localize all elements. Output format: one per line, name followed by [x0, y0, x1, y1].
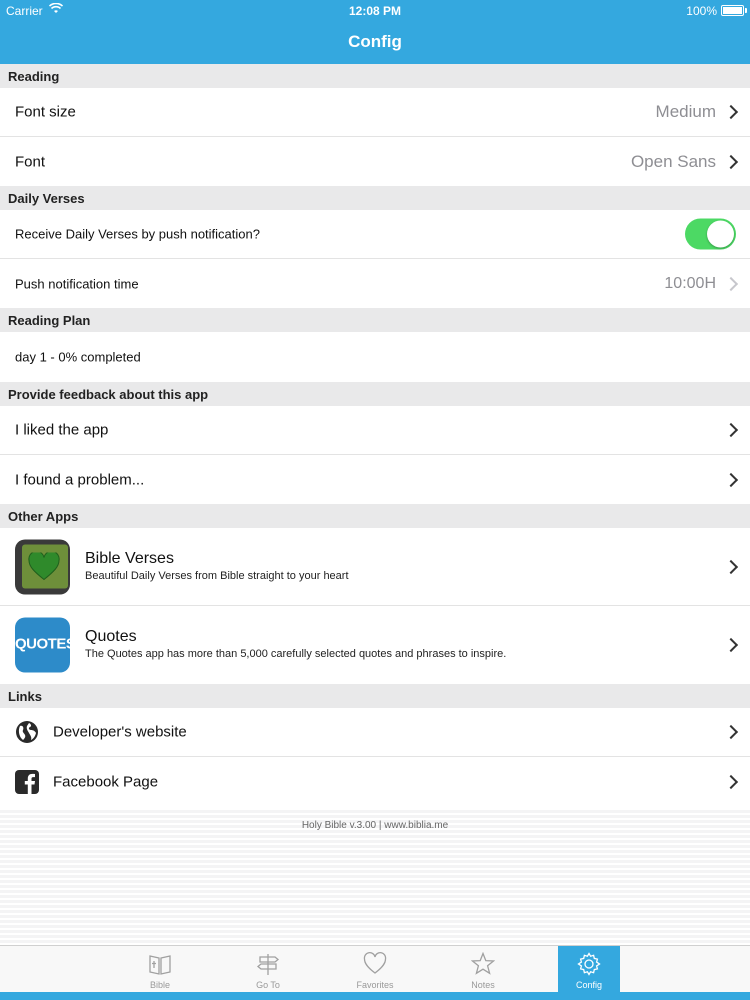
other-app-bible-verses[interactable]: Bible Verses Beautiful Daily Verses from… — [0, 528, 750, 606]
liked-app-label: I liked the app — [15, 421, 109, 439]
status-bar: Carrier 12:08 PM 100% — [0, 0, 750, 20]
section-header-reading: Reading — [0, 64, 750, 88]
facebook-page-row[interactable]: Facebook Page — [0, 757, 750, 806]
facebook-icon — [15, 769, 39, 794]
push-notification-row: Receive Daily Verses by push notificatio… — [0, 210, 750, 259]
section-header-feedback: Provide feedback about this app — [0, 382, 750, 406]
found-problem-label: I found a problem... — [15, 471, 145, 488]
font-label: Font — [15, 153, 46, 170]
page-title: Config — [348, 32, 402, 51]
chevron-right-icon — [723, 422, 739, 438]
font-size-label: Font size — [15, 103, 76, 121]
developer-website-row[interactable]: Developer's website — [0, 708, 750, 757]
push-time-label: Push notification time — [15, 276, 139, 291]
push-time-row[interactable]: Push notification time 10:00H — [0, 259, 750, 308]
chevron-right-icon — [723, 472, 739, 487]
heart-icon — [363, 952, 387, 974]
battery-icon — [721, 5, 744, 16]
tab-config[interactable]: Config — [558, 946, 620, 993]
footer: Holy Bible v.3.00 | www.biblia.me — [0, 810, 750, 945]
gear-icon — [577, 952, 601, 976]
found-problem-row[interactable]: I found a problem... — [0, 455, 750, 504]
tab-label: Go To — [256, 980, 280, 990]
clock: 12:08 PM — [348, 4, 402, 18]
globe-icon — [16, 721, 38, 743]
tab-bible[interactable]: Bible — [129, 946, 191, 993]
section-header-daily-verses: Daily Verses — [0, 186, 750, 210]
book-icon — [149, 955, 171, 975]
battery-percent: 100% — [686, 4, 717, 18]
font-value: Open Sans — [630, 151, 716, 171]
push-notification-toggle[interactable] — [685, 218, 736, 250]
font-size-value: Medium — [655, 102, 716, 121]
app-title: Bible Verses — [85, 550, 174, 567]
push-notification-label: Receive Daily Verses by push notificatio… — [15, 226, 260, 242]
battery-tip — [745, 8, 747, 13]
push-time-value: 10:00H — [664, 274, 716, 292]
chevron-right-icon — [723, 104, 739, 120]
chevron-right-icon — [723, 724, 739, 740]
facebook-page-label: Facebook Page — [53, 773, 159, 790]
font-row[interactable]: Font Open Sans — [0, 137, 750, 186]
section-header-links: Links — [0, 684, 750, 708]
tab-label: Notes — [471, 980, 495, 990]
developer-website-label: Developer's website — [53, 723, 187, 741]
version-text: Holy Bible v.3.00 | www.biblia.me — [301, 820, 449, 831]
tab-favorites[interactable]: Favorites — [344, 946, 406, 993]
toggle-knob — [707, 220, 734, 248]
reading-plan-row: day 1 - 0% completed — [0, 332, 750, 382]
bottom-accent-strip — [0, 992, 750, 1000]
navigation-bar: Carrier 12:08 PM 100% Config — [0, 0, 750, 64]
chevron-right-icon — [723, 774, 739, 789]
tab-go-to[interactable]: Go To — [237, 946, 299, 993]
tab-label: Favorites — [356, 980, 394, 990]
chevron-right-icon — [723, 559, 739, 574]
other-app-quotes[interactable]: QUOTES Quotes The Quotes app has more th… — [0, 606, 750, 684]
app-title: Quotes — [85, 628, 137, 645]
font-size-row[interactable]: Font size Medium — [0, 88, 750, 137]
section-header-reading-plan: Reading Plan — [0, 308, 750, 332]
liked-app-row[interactable]: I liked the app — [0, 406, 750, 455]
star-icon — [471, 952, 495, 975]
tab-label: Config — [575, 980, 602, 990]
app-description: Beautiful Daily Verses from Bible straig… — [85, 570, 349, 582]
section-header-other-apps: Other Apps — [0, 504, 750, 528]
tab-notes[interactable]: Notes — [452, 946, 514, 993]
chevron-right-icon — [723, 637, 739, 653]
bible-verses-app-icon — [15, 539, 70, 594]
settings-list: Reading Font size Medium Font Open Sans … — [0, 64, 750, 806]
app-description: The Quotes app has more than 5,000 caref… — [85, 648, 507, 660]
chevron-right-icon — [723, 276, 739, 291]
tab-label: Bible — [149, 980, 170, 990]
reading-plan-progress: day 1 - 0% completed — [15, 349, 141, 365]
heart-icon — [28, 552, 60, 580]
quotes-icon-text: QUOTES — [15, 635, 70, 653]
quotes-app-icon: QUOTES — [15, 617, 70, 673]
chevron-right-icon — [723, 154, 739, 169]
signpost-icon — [256, 954, 280, 975]
